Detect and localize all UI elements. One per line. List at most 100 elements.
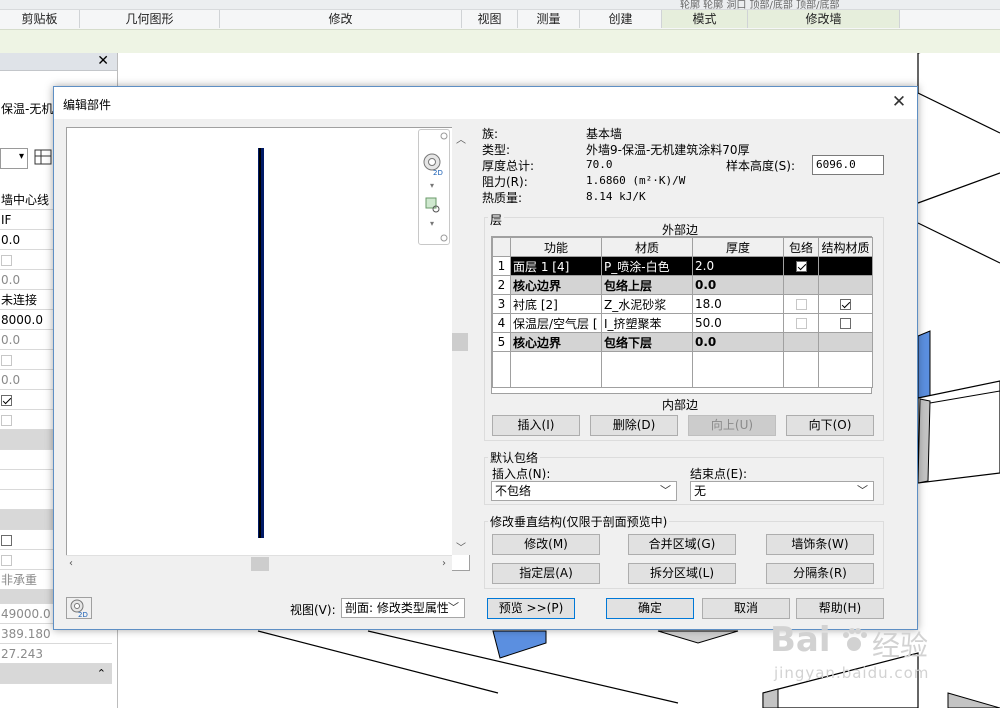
close-icon[interactable]: ✕ [887, 91, 911, 115]
view-select[interactable]: 剖面: 修改类型属性 ﹀ [341, 598, 465, 618]
zoom-region-icon[interactable] [425, 197, 440, 213]
structural-material-checkbox[interactable] [840, 299, 851, 310]
layer-function[interactable]: 核心边界 [510, 275, 602, 295]
move-down-button[interactable]: 向下(O) [786, 415, 874, 436]
ribbon-group-create[interactable]: 创建 [580, 10, 662, 28]
steering-wheel-2d-icon[interactable]: 2D [423, 153, 443, 177]
merge-regions-button[interactable]: 合并区域(G) [628, 534, 736, 555]
prop-section-collapse[interactable]: ⌃ [0, 664, 112, 684]
move-up-button[interactable]: 向上(U) [688, 415, 776, 436]
ribbon-group-measure[interactable]: 测量 [518, 10, 580, 28]
table-header-function[interactable]: 功能 [510, 237, 602, 257]
scroll-left-icon[interactable]: ‹ [69, 558, 73, 569]
reveals-button[interactable]: 分隔条(R) [766, 563, 874, 584]
sweeps-button[interactable]: 墙饰条(W) [766, 534, 874, 555]
layer-thickness[interactable]: 18.0 [692, 294, 784, 314]
table-header-structural-material[interactable]: 结构材质 [818, 237, 873, 257]
modify-button[interactable]: 修改(M) [492, 534, 600, 555]
layer-thickness[interactable]: 0.0 [692, 275, 784, 295]
table-row[interactable]: 1 面层 1 [4] P_喷涂-白色 2.0 [492, 256, 873, 276]
row-number[interactable]: 5 [492, 332, 511, 352]
row-number[interactable]: 2 [492, 275, 511, 295]
ribbon-group-view[interactable]: 视图 [462, 10, 518, 28]
checkbox[interactable] [1, 415, 12, 426]
scroll-right-icon[interactable]: › [442, 558, 446, 569]
row-number[interactable]: 3 [492, 294, 511, 314]
layer-wraps[interactable] [783, 294, 819, 314]
close-icon[interactable]: ✕ [97, 53, 109, 69]
layer-function[interactable]: 面层 1 [4] [510, 256, 602, 276]
ribbon-group-mode[interactable]: 模式 [662, 10, 748, 28]
checkbox[interactable] [1, 355, 12, 366]
split-region-button[interactable]: 拆分区域(L) [628, 563, 736, 584]
layer-structural-material[interactable] [818, 313, 873, 333]
layer-material[interactable]: 包络下层 [601, 332, 693, 352]
layer-thickness[interactable]: 0.0 [692, 332, 784, 352]
row-number[interactable]: 4 [492, 313, 511, 333]
table-header-num [492, 237, 511, 257]
scrollbar-thumb[interactable] [452, 333, 468, 351]
ribbon-group-modify[interactable]: 修改 [220, 10, 462, 28]
table-row[interactable]: 3 衬底 [2] Z_水泥砂浆 18.0 [492, 294, 873, 314]
table-header-thickness[interactable]: 厚度 [692, 237, 784, 257]
scroll-up-icon[interactable]: ︿ [456, 131, 466, 146]
layer-thickness[interactable]: 50.0 [692, 313, 784, 333]
table-header-material[interactable]: 材质 [601, 237, 693, 257]
edit-type-icon[interactable] [34, 148, 52, 166]
table-header-wraps[interactable]: 包络 [783, 237, 819, 257]
layer-material[interactable]: I_挤塑聚苯 [601, 313, 693, 333]
structural-material-checkbox[interactable] [840, 318, 851, 329]
nav-close-icon[interactable] [440, 132, 448, 140]
cancel-button[interactable]: 取消 [702, 598, 790, 619]
checkbox[interactable] [1, 395, 12, 406]
vertical-structure-title: 修改垂直结构(仅限于剖面预览中) [488, 513, 670, 530]
ribbon-group-geometry[interactable]: 几何图形 [80, 10, 220, 28]
layer-structural-material[interactable] [818, 294, 873, 314]
type-filter-dropdown[interactable]: ▾ [0, 148, 28, 169]
layer-material[interactable]: Z_水泥砂浆 [601, 294, 693, 314]
sample-height-input[interactable]: 6096.0 [812, 155, 884, 175]
wall-section-drawing [258, 148, 264, 538]
section-preview[interactable] [66, 127, 470, 571]
assign-layers-button[interactable]: 指定层(A) [492, 563, 600, 584]
layer-function[interactable]: 衬底 [2] [510, 294, 602, 314]
table-row[interactable]: 4 保温层/空气层 [ I_挤塑聚苯 50.0 [492, 313, 873, 333]
layer-function[interactable]: 保温层/空气层 [ [510, 313, 602, 333]
steering-wheel-2d-icon[interactable]: 2D [66, 597, 92, 619]
dialog-title: 编辑部件 [63, 98, 112, 112]
layer-wraps[interactable] [783, 256, 819, 276]
ribbon-group-clipboard[interactable]: 剪贴板 [0, 10, 80, 28]
chevron-down-icon[interactable]: ▾ [430, 219, 434, 228]
table-row[interactable]: 2 核心边界 包络上层 0.0 [492, 275, 873, 295]
wraps-checkbox[interactable] [795, 261, 807, 272]
ok-button[interactable]: 确定 [606, 598, 694, 619]
preview-button[interactable]: 预览 >>(P) [487, 598, 575, 619]
insert-point-select[interactable]: 不包络 ﹀ [491, 481, 677, 501]
structural-material-checkbox[interactable] [840, 261, 851, 272]
table-row[interactable]: 5 核心边界 包络下层 0.0 [492, 332, 873, 352]
layer-material[interactable]: 包络上层 [601, 275, 693, 295]
checkbox[interactable] [1, 255, 12, 266]
wraps-checkbox[interactable] [795, 299, 807, 310]
checkbox[interactable] [1, 555, 12, 566]
layer-structural-material[interactable] [818, 256, 873, 276]
scrollbar-thumb[interactable] [251, 557, 269, 571]
checkbox[interactable] [1, 535, 12, 546]
layer-function[interactable]: 核心边界 [510, 332, 602, 352]
row-number[interactable]: 1 [492, 256, 511, 276]
scroll-down-icon[interactable]: ﹀ [456, 539, 466, 554]
layer-wraps[interactable] [783, 313, 819, 333]
chevron-down-icon[interactable]: ▾ [430, 181, 434, 190]
nav-options-icon [440, 234, 448, 242]
insert-layer-button[interactable]: 插入(I) [492, 415, 580, 436]
wraps-checkbox[interactable] [795, 318, 807, 329]
help-button[interactable]: 帮助(H) [796, 598, 884, 619]
layer-material[interactable]: P_喷涂-白色 [601, 256, 693, 276]
end-point-select[interactable]: 无 ﹀ [690, 481, 874, 501]
collapse-icon[interactable]: ⌃ [97, 664, 106, 683]
prop-volume[interactable]: 27.243 [0, 644, 112, 664]
ribbon: 轮廓 轮廓 洞口 顶部/底部 顶部/底部 剪贴板 几何图形 修改 视图 测量 创… [0, 0, 1000, 53]
layer-thickness[interactable]: 2.0 [692, 256, 784, 276]
ribbon-group-modify-wall[interactable]: 修改墙 [748, 10, 900, 28]
delete-layer-button[interactable]: 删除(D) [590, 415, 678, 436]
